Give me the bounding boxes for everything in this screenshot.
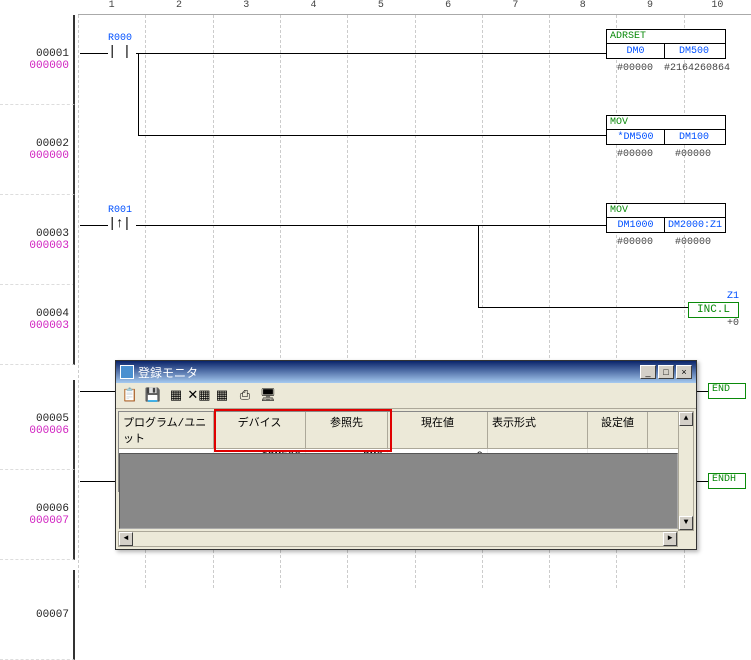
column-header-5[interactable]: 設定値: [588, 412, 648, 448]
column-header: 10: [684, 0, 751, 15]
app-icon: [120, 365, 134, 379]
row-label: 00002000000: [0, 105, 75, 195]
instruction-operand: DM1000: [607, 218, 665, 232]
rung-address: 000007: [29, 515, 69, 527]
column-header-1[interactable]: デバイス: [214, 412, 306, 448]
monitor-toolbar: 📋💾▦✕▦▦⎙🖥: [116, 383, 696, 409]
rung-number: 00005: [36, 413, 69, 425]
minimize-button[interactable]: _: [640, 365, 656, 379]
empty-area: [119, 453, 678, 529]
instruction-operand: DM0: [607, 44, 665, 58]
column-header: 4: [280, 0, 347, 15]
instruction-adrset[interactable]: ADRSETDM0DM500: [606, 29, 726, 59]
instruction-name: MOV: [607, 116, 725, 130]
column-header: 9: [616, 0, 683, 15]
column-header: 8: [549, 0, 616, 15]
rung-address: 000000: [29, 150, 69, 162]
column-header-4[interactable]: 表示形式: [488, 412, 588, 448]
instruction-value: #00000: [606, 61, 664, 74]
instruction-operand: DM500: [665, 44, 723, 58]
contact[interactable]: R000| |: [108, 33, 132, 60]
print-icon[interactable]: ⎙: [235, 386, 255, 406]
instruction-name: ADRSET: [607, 30, 725, 44]
instruction-operand: DM100: [665, 130, 723, 144]
close-button[interactable]: ×: [676, 365, 692, 379]
row-label: 00006000007: [0, 470, 75, 560]
window-title: 登録モニタ: [138, 364, 198, 381]
contact-symbol: | |: [108, 44, 132, 60]
rung-address: 000006: [29, 425, 69, 437]
scroll-down-button[interactable]: ▼: [679, 516, 693, 530]
paste-icon[interactable]: 📋: [120, 386, 140, 406]
column-header: 1: [78, 0, 145, 15]
end-instruction[interactable]: ENDH: [708, 473, 746, 489]
scrollbar-horizontal[interactable]: ◄ ►: [118, 531, 678, 547]
rung-address: 000000: [29, 60, 69, 72]
column-header: 2: [145, 0, 212, 15]
column-header: 3: [213, 0, 280, 15]
coil-label: Z1: [688, 291, 739, 302]
rung-number: 00003: [36, 228, 69, 240]
scroll-right-button[interactable]: ►: [663, 532, 677, 546]
column-header: 6: [414, 0, 481, 15]
coil-name: INC.L: [688, 302, 739, 318]
instruction-value: #00000: [606, 235, 664, 248]
instruction-value: #00000: [664, 235, 722, 248]
scroll-up-button[interactable]: ▲: [679, 412, 693, 426]
column-header-0[interactable]: プログラム/ユニット: [119, 412, 214, 448]
maximize-button[interactable]: □: [658, 365, 674, 379]
scroll-left-button[interactable]: ◄: [119, 532, 133, 546]
rung-number: 00002: [36, 138, 69, 150]
contact-symbol: |↑|: [108, 216, 132, 232]
rung-number: 00007: [36, 609, 69, 621]
end-instruction[interactable]: END: [708, 383, 746, 399]
delete-grid-icon[interactable]: ✕▦: [189, 386, 209, 406]
instruction-value: #00000: [664, 147, 722, 160]
instruction-name: MOV: [607, 204, 725, 218]
save-icon[interactable]: 💾: [143, 386, 163, 406]
grid-icon[interactable]: ▦: [166, 386, 186, 406]
rung-number: 00001: [36, 48, 69, 60]
column-header: 5: [347, 0, 414, 15]
rung-address: 000003: [29, 320, 69, 332]
contact[interactable]: R001|↑|: [108, 205, 132, 232]
titlebar[interactable]: 登録モニタ _ □ ×: [116, 361, 696, 383]
monitor-window: 登録モニタ _ □ × 📋💾▦✕▦▦⎙🖥 プログラム/ユニットデバイス参照先現在…: [115, 360, 697, 550]
contact-label: R000: [108, 33, 132, 44]
monitor-icon[interactable]: 🖥: [258, 386, 278, 406]
coil-value: +0: [688, 318, 739, 329]
rung-number: 00004: [36, 308, 69, 320]
rung-number: 00006: [36, 503, 69, 515]
contact-label: R001: [108, 205, 132, 216]
grid2-icon[interactable]: ▦: [212, 386, 232, 406]
scrollbar-vertical[interactable]: ▲ ▼: [678, 411, 694, 531]
instruction-mov[interactable]: MOVDM1000DM2000:Z1: [606, 203, 726, 233]
column-header-2[interactable]: 参照先: [306, 412, 388, 448]
rung-address: 000003: [29, 240, 69, 252]
row-label: 00001000000: [0, 15, 75, 105]
row-label: 00004000003: [0, 275, 75, 365]
instruction-value: #2164260864: [664, 61, 722, 74]
coil-inc[interactable]: Z1INC.L+0: [688, 291, 739, 329]
instruction-mov[interactable]: MOV*DM500DM100: [606, 115, 726, 145]
column-header: 7: [482, 0, 549, 15]
instruction-operand: *DM500: [607, 130, 665, 144]
row-label: 00007: [0, 570, 75, 660]
column-header-3[interactable]: 現在値: [388, 412, 488, 448]
instruction-value: #00000: [606, 147, 664, 160]
instruction-operand: DM2000:Z1: [665, 218, 723, 232]
row-label: 00003000003: [0, 195, 75, 285]
row-label: 00005000006: [0, 380, 75, 470]
